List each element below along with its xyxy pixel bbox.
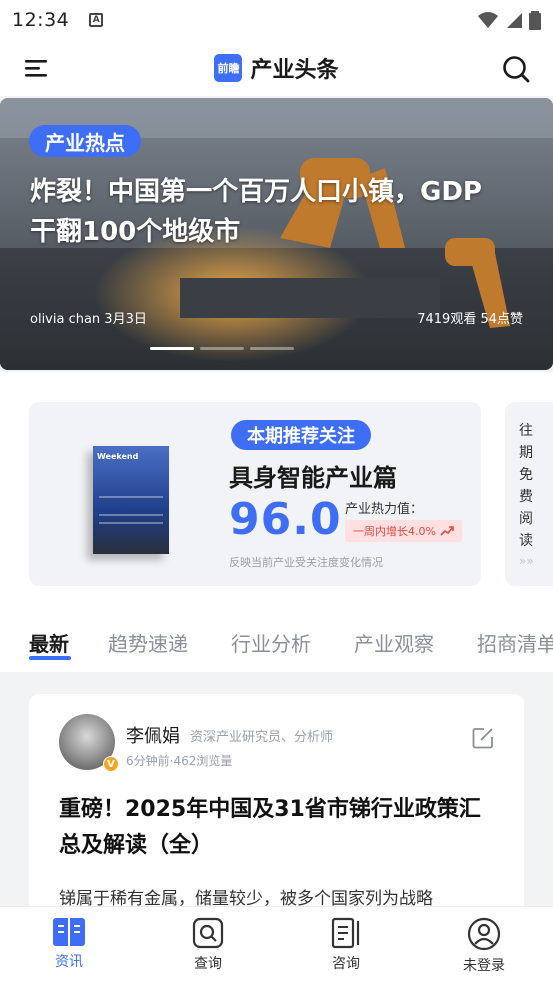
heat-change-text: 一周内增长4.0% <box>353 525 436 538</box>
trend-up-icon <box>440 526 454 536</box>
heat-change-badge: 一周内增长4.0% <box>345 520 462 542</box>
verified-icon: V <box>103 756 119 772</box>
past-issues-label: 往期免费阅读 <box>519 423 533 549</box>
brand: 前瞻 产业头条 <box>214 52 339 84</box>
hero-banner[interactable]: 产业热点 炸裂！中国第一个百万人口小镇，GDP干翻100个地级市 olivia … <box>0 98 553 370</box>
nav-query-label: 查询 <box>194 956 222 972</box>
article-meta: 6分钟前·462浏览量 <box>126 754 233 768</box>
nav-login[interactable]: 未登录 <box>444 917 524 975</box>
menu-icon[interactable] <box>24 56 48 80</box>
edit-icon[interactable] <box>471 726 495 750</box>
featured-subtitle: 反映当前产业受关注度变化情况 <box>229 556 383 569</box>
tab-industry-analysis[interactable]: 行业分析 <box>231 628 311 657</box>
status-time: 12:34 <box>12 9 70 31</box>
active-tab-indicator <box>29 656 71 660</box>
author-role: 资深产业研究员、分析师 <box>190 730 334 745</box>
carousel-dot[interactable] <box>250 347 294 350</box>
tab-investment-list[interactable]: 招商清单 <box>477 628 553 657</box>
banner-tag: 产业热点 <box>29 125 141 157</box>
query-icon <box>192 917 224 949</box>
magazine-cover-title: Weekend <box>97 452 139 461</box>
status-icons <box>477 10 541 30</box>
author-name[interactable]: 李佩娟 <box>126 722 180 748</box>
recommend-tag: 本期推荐关注 <box>231 420 371 450</box>
banner-headline[interactable]: 炸裂！中国第一个百万人口小镇，GDP干翻100个地级市 <box>30 172 490 252</box>
nav-consult-label: 咨询 <box>332 956 360 972</box>
nav-news-label: 资讯 <box>55 954 83 970</box>
avatar[interactable]: V <box>59 714 119 772</box>
carousel-dot[interactable] <box>150 347 194 350</box>
search-icon[interactable] <box>501 54 531 84</box>
page-title: 产业头条 <box>250 58 339 83</box>
news-icon <box>53 918 85 946</box>
featured-card[interactable]: Weekend 本期推荐关注 具身智能产业篇 96.0 产业热力值： 一周内增长… <box>29 402 481 586</box>
nav-news[interactable]: 资讯 <box>29 917 109 971</box>
category-tabs: 最新 趋势速递 行业分析 产业观察 招商清单 <box>0 616 553 666</box>
past-issues-card[interactable]: 往期免费阅读 »» <box>505 402 553 586</box>
user-icon <box>467 917 501 951</box>
signal-icon <box>507 13 522 28</box>
nav-login-label: 未登录 <box>463 958 505 974</box>
heat-score: 96.0 <box>229 494 342 545</box>
banner-author-date: olivia chan 3月3日 <box>30 312 147 327</box>
carousel-indicator <box>150 347 294 350</box>
tab-trends[interactable]: 趋势速递 <box>108 628 188 657</box>
magazine-cover: Weekend <box>93 446 169 554</box>
status-bar: 12:34 A <box>0 0 553 40</box>
wifi-icon <box>478 12 498 28</box>
bottom-nav: 资讯 查询 咨询 未登录 <box>0 906 553 984</box>
heat-label: 产业热力值： <box>345 502 424 517</box>
featured-title: 具身智能产业篇 <box>229 464 397 492</box>
consult-icon <box>331 917 360 949</box>
tab-industry-observation[interactable]: 产业观察 <box>354 628 434 657</box>
carousel-dot[interactable] <box>200 347 244 350</box>
nav-consult[interactable]: 咨询 <box>306 917 386 973</box>
notification-icon: A <box>89 13 104 27</box>
tab-latest[interactable]: 最新 <box>29 628 69 657</box>
article-title[interactable]: 重磅！2025年中国及31省市锑行业政策汇总及解读（全） <box>59 792 499 864</box>
banner-stats: 7419观看 54点赞 <box>417 312 523 327</box>
nav-query[interactable]: 查询 <box>168 917 248 973</box>
brand-logo: 前瞻 <box>214 54 243 82</box>
battery-icon <box>529 11 541 30</box>
chevrons-right-icon: »» <box>519 554 534 568</box>
app-bar: 前瞻 产业头条 <box>0 40 553 96</box>
